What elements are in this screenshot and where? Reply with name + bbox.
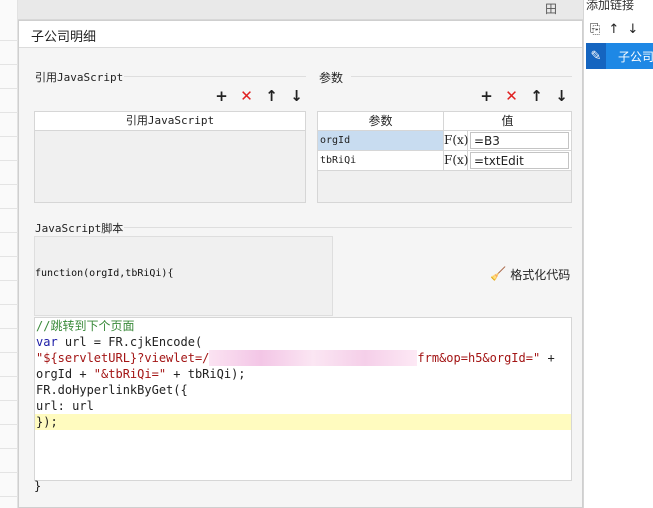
code-string: "${servletURL}?viewlet=/	[36, 351, 210, 365]
hyperlink-dialog: 子公司明细 引用JavaScript + ✕ ↑ ↓ 引用JavaScript …	[18, 20, 583, 508]
js-ref-column-header: 引用JavaScript	[35, 112, 305, 131]
grid-icon[interactable]: 田	[545, 0, 557, 17]
js-ref-table[interactable]: 引用JavaScript	[34, 111, 306, 203]
arrow-down-icon[interactable]: ↓	[627, 22, 638, 37]
move-down-param-button[interactable]: ↓	[549, 87, 574, 105]
code-editor[interactable]: //跳转到下个页面 var url = FR.cjkEncode( "${ser…	[34, 317, 572, 481]
js-ref-toolbar: + ✕ ↑ ↓	[209, 87, 309, 105]
dialog-title-bar: 子公司明细	[19, 21, 582, 48]
code-text: + tbRiQi);	[166, 367, 246, 381]
hyperlink-list-item[interactable]: ✎ 子公司	[586, 43, 653, 69]
panel-title: 添加链接	[586, 0, 635, 12]
code-text: url = FR.cjkEncode(	[57, 335, 203, 349]
add-param-button[interactable]: +	[474, 87, 499, 105]
function-signature: function(orgId,tbRiQi){	[35, 268, 174, 279]
param-value-field[interactable]: =txtEdit	[470, 152, 569, 169]
arrow-up-icon[interactable]: ↑	[608, 22, 619, 37]
code-text: url: url	[36, 399, 94, 413]
param-name-header: 参数	[318, 112, 444, 130]
redacted-region	[209, 350, 418, 366]
code-text: +	[540, 351, 555, 365]
code-keyword: var	[36, 335, 58, 349]
hyperlink-label: 子公司	[617, 49, 653, 64]
code-string: frm&op=h5&orgId="	[417, 351, 541, 365]
background-toolbar: 田	[18, 0, 583, 20]
param-value-header: 值	[501, 114, 514, 128]
move-up-param-button[interactable]: ↑	[524, 87, 549, 105]
format-code-button[interactable]: 🧹 格式化代码	[490, 266, 570, 283]
pencil-icon[interactable]: ✎	[586, 43, 606, 69]
params-section-label: 参数	[319, 71, 344, 85]
copy-icon[interactable]: ⎘	[590, 22, 600, 37]
param-name-cell[interactable]: orgId	[318, 131, 444, 150]
remove-js-button[interactable]: ✕	[234, 87, 259, 105]
params-toolbar: + ✕ ↑ ↓	[474, 87, 574, 105]
format-code-label: 格式化代码	[510, 268, 571, 282]
script-section-label: JavaScript脚本	[35, 222, 124, 235]
move-up-js-button[interactable]: ↑	[259, 87, 284, 105]
move-down-js-button[interactable]: ↓	[284, 87, 309, 105]
hyperlink-panel: 添加链接 ⎘ ↑ ↓ ✎ 子公司	[583, 0, 653, 508]
formula-icon[interactable]: F(x)	[444, 151, 468, 170]
function-closing-brace: }	[34, 479, 42, 493]
code-string: "&tbRiQi="	[93, 367, 167, 381]
param-value-field[interactable]: =B3	[470, 132, 569, 149]
param-name-cell[interactable]: tbRiQi	[318, 151, 444, 170]
remove-param-button[interactable]: ✕	[499, 87, 524, 105]
background-sheet	[0, 0, 18, 508]
params-table: 参数 值 orgId F(x) =B3 tbRiQi F(x) =txtEdit	[317, 111, 572, 203]
code-comment: //跳转到下个页面	[36, 319, 135, 333]
code-text: FR.doHyperlinkByGet({	[36, 383, 188, 397]
formula-icon[interactable]: F(x)	[444, 131, 468, 150]
dialog-title: 子公司明细	[31, 30, 97, 45]
add-js-button[interactable]: +	[209, 87, 234, 105]
table-row[interactable]: tbRiQi F(x) =txtEdit	[318, 151, 571, 171]
table-row[interactable]: orgId F(x) =B3	[318, 131, 571, 151]
broom-icon: 🧹	[490, 267, 507, 282]
code-text: orgId +	[36, 367, 94, 381]
code-text: });	[36, 415, 58, 429]
js-ref-section-label: 引用JavaScript	[35, 71, 124, 84]
